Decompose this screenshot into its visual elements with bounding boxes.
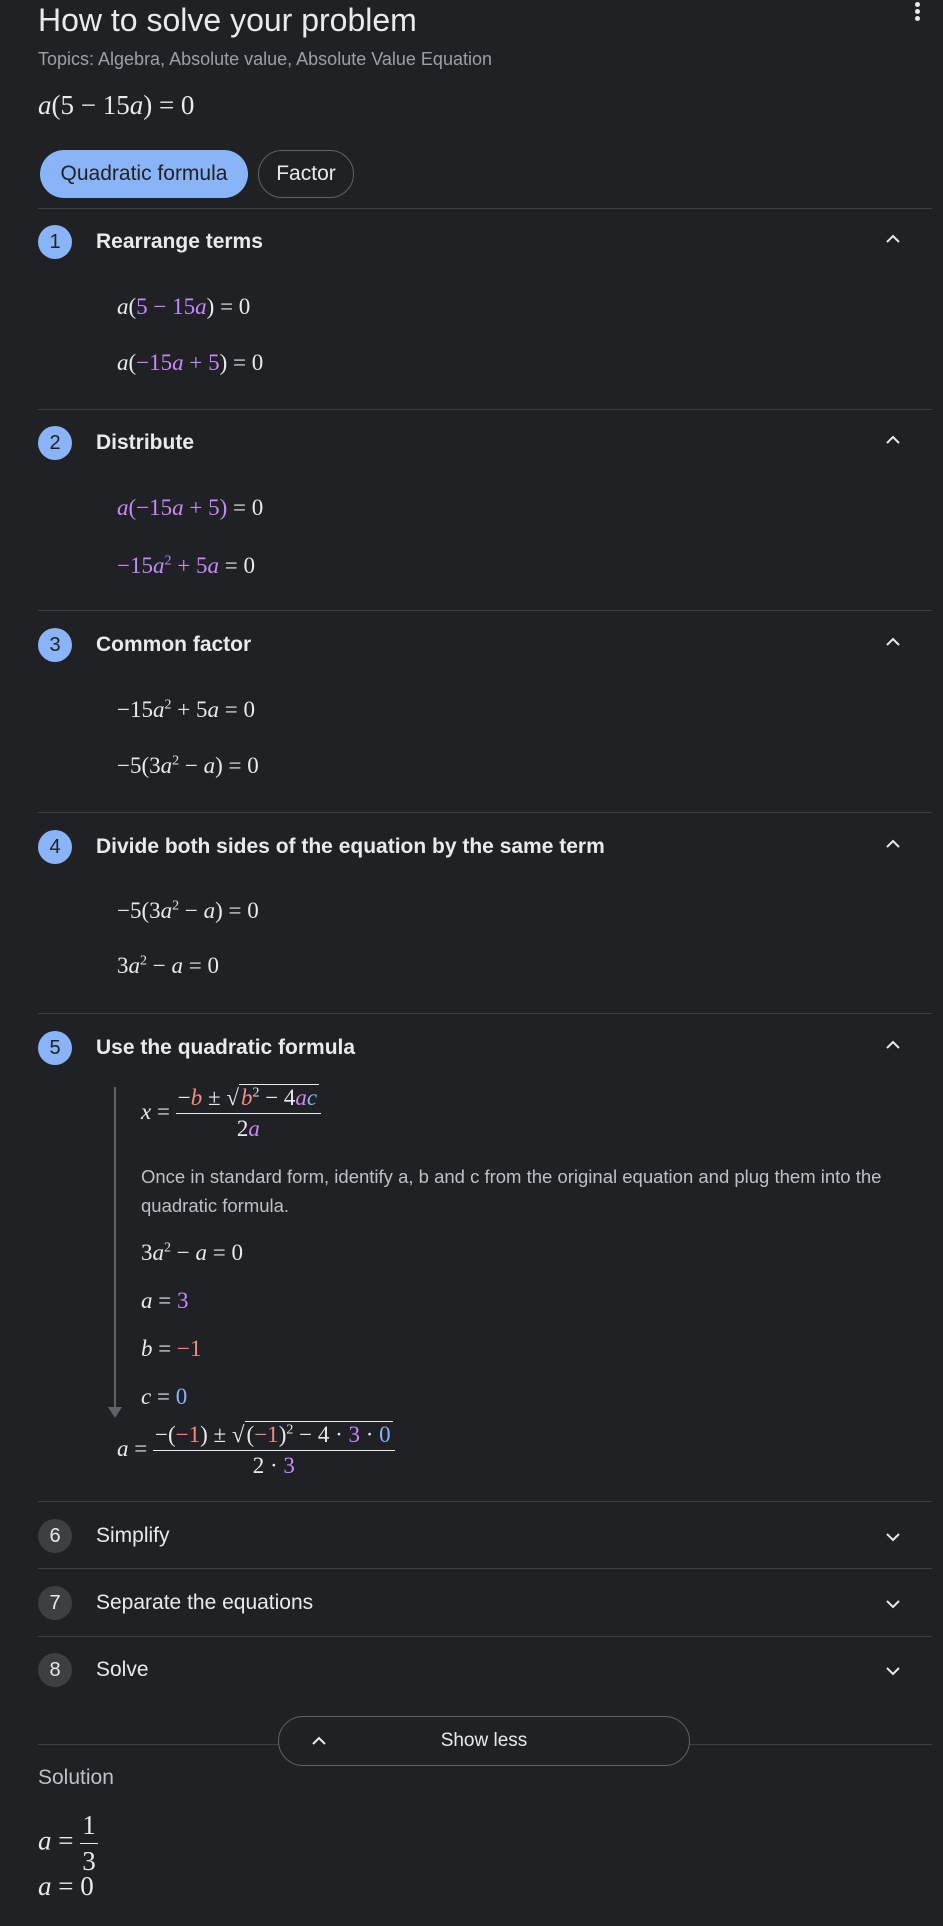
coefficient-a: a = 3 [141,1288,189,1313]
problem-equation: a(5 − 15a) = 0 [38,90,195,120]
step-title: Distribute [96,431,195,454]
step-number-badge: 8 [38,1653,72,1687]
step-4-header[interactable]: 4 Divide both sides of the equation by t… [38,830,932,866]
step-number-badge: 7 [38,1586,72,1620]
step-7-header[interactable]: 7 Separate the equations [38,1586,932,1622]
step-2-line-1: a(−15a + 5) = 0 [117,495,264,520]
step-title: Separate the equations [96,1591,314,1614]
divider [38,1568,932,1569]
solution-1: a = 13 [38,1810,98,1876]
step-4-line-2: 3a2 − a = 0 [117,953,219,978]
step-3-line-2: −5(3a2 − a) = 0 [117,753,259,778]
divider [38,1501,932,1502]
step-number-badge: 5 [38,1031,72,1065]
quadratic-formula-chip[interactable]: Quadratic formula [40,150,248,198]
step-title: Simplify [96,1524,170,1547]
factor-chip[interactable]: Factor [258,150,354,198]
divider [38,1636,932,1637]
chevron-down-icon[interactable] [885,1529,901,1545]
step-3-header[interactable]: 3 Common factor [38,628,932,664]
step-number-badge: 6 [38,1519,72,1553]
step-1-line-2: a(−15a + 5) = 0 [117,350,264,375]
guide-arrow-icon [108,1407,122,1418]
divider [38,409,932,410]
divider [38,812,932,813]
chevron-down-icon[interactable] [885,1663,901,1679]
step-1-line-1: a(5 − 15a) = 0 [117,294,251,319]
step-title: Solve [96,1658,149,1681]
divider [38,1013,932,1014]
coefficient-b: b = −1 [141,1336,202,1361]
step-title: Use the quadratic formula [96,1036,356,1059]
more-vert-icon[interactable] [905,0,929,28]
page-title: How to solve your problem [38,2,417,38]
chevron-up-icon[interactable] [885,1037,901,1053]
step-5-header[interactable]: 5 Use the quadratic formula [38,1031,932,1067]
step-number-badge: 3 [38,628,72,662]
show-less-label: Show less [440,1730,528,1751]
step-number-badge: 4 [38,830,72,864]
step-number-badge: 2 [38,426,72,460]
solution-label: Solution [38,1766,114,1789]
standard-form-equation: 3a2 − a = 0 [141,1240,243,1265]
step-8-header[interactable]: 8 Solve [38,1653,932,1689]
show-less-button[interactable]: Show less [278,1716,690,1766]
divider [38,610,932,611]
step-title: Rearrange terms [96,230,263,253]
chevron-down-icon[interactable] [885,1596,901,1612]
step-2-header[interactable]: 2 Distribute [38,426,932,462]
coefficient-c: c = 0 [141,1384,188,1409]
step-2-line-2: −15a2 + 5a = 0 [117,553,255,578]
solution-2: a = 0 [38,1871,94,1901]
chevron-up-icon[interactable] [885,836,901,852]
step-4-line-1: −5(3a2 − a) = 0 [117,898,259,923]
quadratic-formula: x = −b ± √b2 − 4ac 2a [141,1084,322,1142]
step-description: Once in standard form, identify a, b and… [141,1166,882,1216]
divider [38,208,932,209]
chevron-up-icon[interactable] [885,432,901,448]
substep-guide-line [114,1087,116,1409]
substituted-formula: a = −(−1) ± √(−1)2 − 4 · 3 · 0 2 · 3 [117,1421,395,1479]
step-1-header[interactable]: 1 Rearrange terms [38,225,932,261]
chevron-up-icon[interactable] [885,634,901,650]
step-title: Common factor [96,633,252,656]
topics-line: Topics: Algebra, Absolute value, Absolut… [38,49,492,69]
step-3-line-1: −15a2 + 5a = 0 [117,697,255,722]
step-6-header[interactable]: 6 Simplify [38,1519,932,1555]
step-number-badge: 1 [38,225,72,259]
step-title: Divide both sides of the equation by the… [96,835,605,858]
chevron-up-icon[interactable] [885,231,901,247]
